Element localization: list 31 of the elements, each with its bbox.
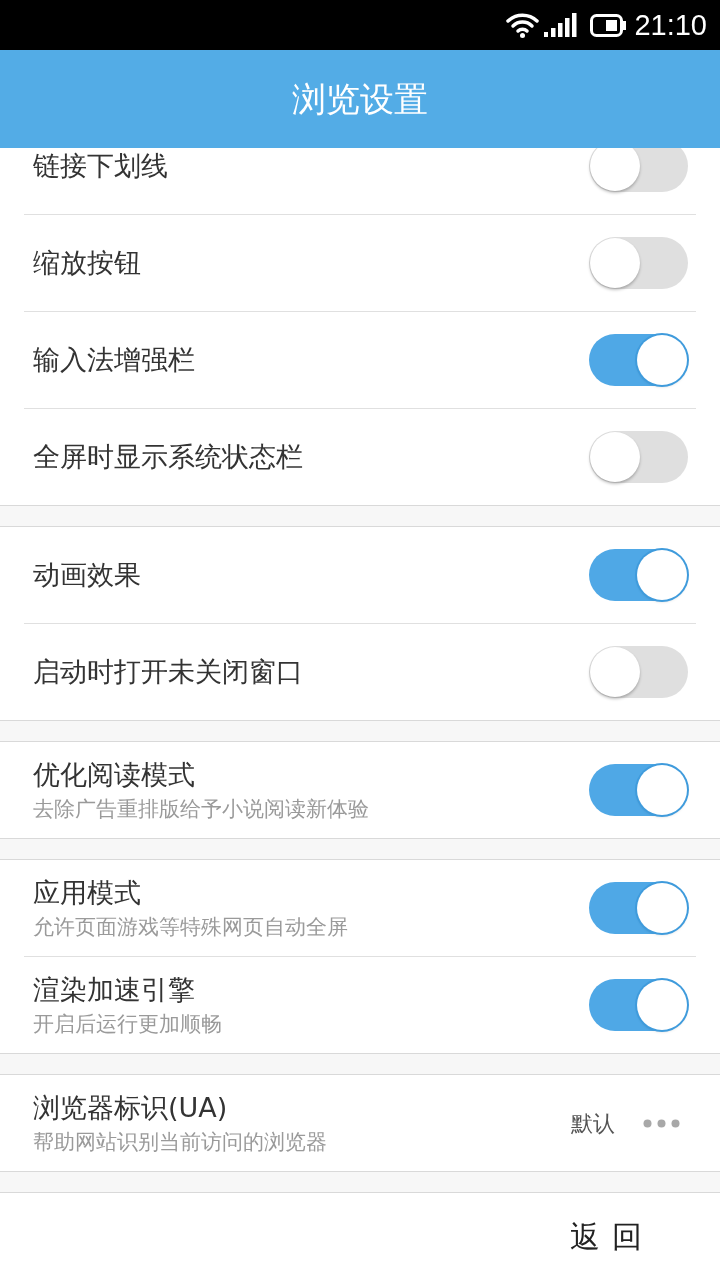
setting-description: 允许页面游戏等特殊网页自动全屏	[33, 913, 349, 941]
toggle-switch[interactable]	[589, 646, 688, 698]
toggle-switch[interactable]	[589, 334, 688, 386]
setting-title: 动画效果	[33, 558, 142, 592]
current-value: 默认	[571, 1109, 615, 1138]
setting-description: 去除广告重排版给予小说阅读新体验	[33, 795, 370, 823]
setting-title: 优化阅读模式	[33, 757, 196, 792]
setting-title: 链接下划线	[33, 149, 169, 183]
setting-title: 缩放按钮	[33, 246, 142, 280]
page-title: 浏览设置	[292, 78, 428, 120]
setting-description: 帮助网站识别当前访问的浏览器	[33, 1128, 328, 1156]
toggle-switch[interactable]	[589, 148, 688, 192]
setting-title: 输入法增强栏	[33, 343, 196, 377]
setting-description: 开启后运行更加顺畅	[33, 1010, 223, 1038]
toggle-switch[interactable]	[589, 882, 688, 934]
wifi-icon	[506, 12, 540, 38]
battery-icon	[590, 13, 627, 37]
signal-icon	[544, 13, 578, 37]
toggle-switch[interactable]	[589, 549, 688, 601]
setting-title: 全屏时显示系统状态栏	[33, 440, 304, 474]
setting-title: 渲染加速引擎	[33, 972, 196, 1007]
setting-title: 启动时打开未关闭窗口	[33, 655, 304, 689]
status-time: 21:10	[634, 10, 707, 40]
toggle-switch[interactable]	[589, 237, 688, 289]
toggle-switch[interactable]	[589, 764, 688, 816]
toggle-switch[interactable]	[589, 979, 688, 1031]
back-button[interactable]: 返回	[570, 1218, 654, 1255]
toggle-switch[interactable]	[589, 431, 688, 483]
setting-title: 浏览器标识(UA)	[33, 1090, 229, 1125]
setting-title: 应用模式	[33, 875, 142, 910]
more-icon[interactable]	[643, 1118, 680, 1128]
